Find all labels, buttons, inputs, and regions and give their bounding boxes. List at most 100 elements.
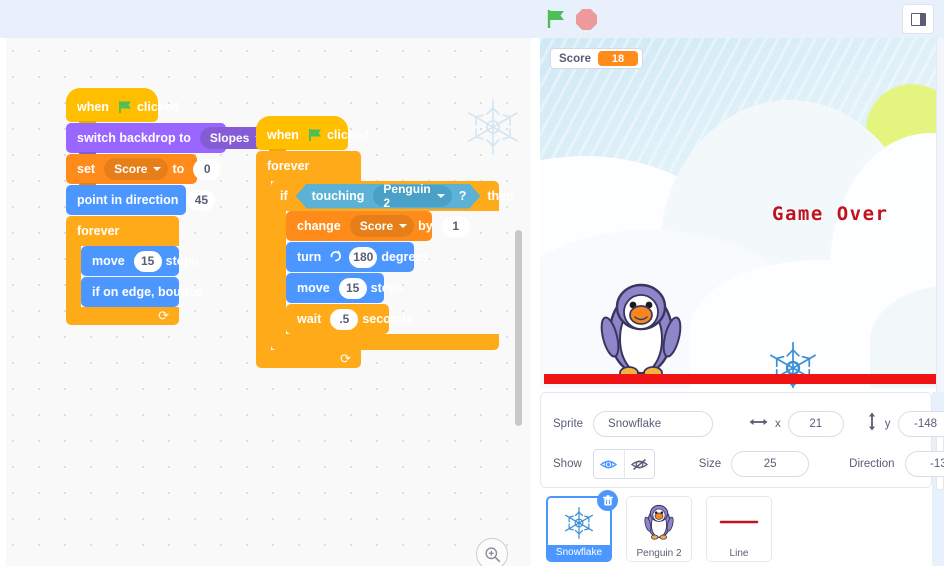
workspace-left-edge xyxy=(0,38,6,566)
sprite-card-label: Snowflake xyxy=(548,545,610,560)
move-steps-input[interactable]: 15 xyxy=(338,277,367,299)
forever-block[interactable]: forever if touching Penguin 2 ? then cha… xyxy=(256,151,514,368)
forever-block[interactable]: forever move 15 steps if on edge, bounce xyxy=(66,216,226,325)
y-label: y xyxy=(884,418,891,430)
sprite-card-label: Line xyxy=(729,548,749,559)
stage-canvas[interactable]: Score 18 Game Over xyxy=(540,38,944,388)
move-steps-input[interactable]: 15 xyxy=(133,250,162,272)
set-label: set xyxy=(77,162,96,176)
change-variable-block[interactable]: change Score by 1 xyxy=(286,211,470,241)
forever-body: move 15 steps if on edge, bounce xyxy=(66,246,226,307)
penguin-sprite[interactable] xyxy=(600,281,682,381)
show-toggle-group xyxy=(592,449,655,479)
green-flag-icon xyxy=(308,128,323,142)
sprite-info-row-2: Show Size 25 Direction -13 xyxy=(553,449,944,479)
variable-name: Score xyxy=(114,162,148,176)
if-then-block[interactable]: if touching Penguin 2 ? then change Scor… xyxy=(271,181,514,350)
turn-degrees-block[interactable]: turn 180 degrees xyxy=(286,242,429,272)
eye-slash-icon[interactable] xyxy=(623,450,654,478)
code-workspace[interactable]: when clicked switch backdrop to Slopes s… xyxy=(0,38,531,566)
top-toolbar xyxy=(0,0,944,38)
y-position-input[interactable]: -148 xyxy=(897,411,944,437)
loop-arrow-icon: ⟳ xyxy=(340,351,351,366)
backdrop-value: Slopes xyxy=(209,131,250,145)
change-label: change xyxy=(297,219,341,233)
forever-footer: ⟳ xyxy=(66,307,179,325)
clicked-label: clicked xyxy=(326,128,370,142)
sprite-card-line[interactable]: Line xyxy=(706,496,772,562)
question-mark-label: ? xyxy=(458,189,467,203)
turn-degrees-input[interactable]: 180 xyxy=(349,246,378,268)
turn-clockwise-icon xyxy=(329,249,342,265)
direction-input[interactable]: -135 xyxy=(904,451,944,477)
if-footer xyxy=(271,334,499,350)
switch-backdrop-block[interactable]: switch backdrop to Slopes xyxy=(66,123,271,156)
steps-label: steps xyxy=(165,254,199,268)
direction-input[interactable]: 45 xyxy=(187,189,216,211)
script-block-stack-1[interactable]: when clicked switch backdrop to Slopes s… xyxy=(66,88,271,325)
wait-label: wait xyxy=(297,312,322,326)
small-stage-layout-icon[interactable] xyxy=(902,4,934,34)
turn-label: turn xyxy=(297,250,322,264)
green-flag-icon[interactable] xyxy=(546,9,568,29)
sprite-name-input[interactable]: Snowflake xyxy=(593,411,714,437)
sprite-card-penguin-2[interactable]: Penguin 2 xyxy=(626,496,692,562)
when-flag-clicked-block[interactable]: when clicked xyxy=(256,116,369,153)
point-in-direction-block[interactable]: point in direction 45 xyxy=(66,185,216,215)
touching-label: touching xyxy=(311,189,365,203)
chevron-down-icon xyxy=(399,224,408,228)
wait-seconds-input[interactable]: .5 xyxy=(330,308,359,330)
set-value-input[interactable]: 0 xyxy=(193,158,222,180)
line-thumb xyxy=(719,503,759,541)
change-amount-input[interactable]: 1 xyxy=(441,215,470,237)
scratch-editor: when clicked switch backdrop to Slopes s… xyxy=(0,0,944,566)
clicked-label: clicked xyxy=(136,100,180,114)
show-label: Show xyxy=(553,458,582,470)
x-label: x xyxy=(775,418,781,430)
direction-label: Direction xyxy=(849,458,895,470)
score-monitor[interactable]: Score 18 xyxy=(550,48,643,69)
to-label: to xyxy=(172,162,185,176)
stop-sign-icon[interactable] xyxy=(576,9,597,30)
if-contents: change Score by 1 turn 180 degrees move … xyxy=(286,211,470,334)
forever-contents: move 15 steps if on edge, bounce xyxy=(81,246,202,307)
move-steps-block[interactable]: move 15 steps xyxy=(286,273,403,303)
loop-arrow-icon: ⟳ xyxy=(158,308,169,323)
workspace-scrollbar[interactable] xyxy=(515,230,522,426)
when-label: when xyxy=(77,100,109,114)
when-flag-clicked-block[interactable]: when clicked xyxy=(66,88,179,125)
layout-glyph-shape xyxy=(910,12,926,26)
monitor-label: Score xyxy=(559,52,591,65)
set-variable-block[interactable]: set Score to 0 xyxy=(66,154,222,187)
forever-label-row[interactable]: forever xyxy=(256,151,361,181)
sprite-list: Snowflake Penguin 2 Line xyxy=(540,490,932,566)
forever-label: forever xyxy=(77,224,120,238)
touching-target-value: Penguin 2 xyxy=(383,182,431,210)
monitor-value: 18 xyxy=(597,51,638,66)
touching-sensing-block[interactable]: touching Penguin 2 ? xyxy=(296,184,481,209)
move-label: move xyxy=(297,281,330,295)
touching-target-dropdown[interactable]: Penguin 2 xyxy=(373,185,451,207)
red-line-sprite[interactable] xyxy=(544,374,944,384)
if-on-edge-bounce-block[interactable]: if on edge, bounce xyxy=(81,277,202,307)
x-arrow-icon xyxy=(749,415,768,433)
script-block-stack-2[interactable]: when clicked forever if touching Penguin… xyxy=(256,116,514,368)
c-spine xyxy=(256,181,271,350)
trash-icon[interactable] xyxy=(597,490,618,511)
stop-octagon-shape xyxy=(576,9,597,30)
sprite-info-row-1: Sprite Snowflake x 21 y -148 xyxy=(553,411,944,437)
x-position-input[interactable]: 21 xyxy=(787,411,844,437)
eye-icon[interactable] xyxy=(593,450,624,478)
if-condition-row[interactable]: if touching Penguin 2 ? then xyxy=(271,181,514,211)
size-input[interactable]: 25 xyxy=(731,451,810,477)
forever-label-row[interactable]: forever xyxy=(66,216,179,246)
variable-dropdown[interactable]: Score xyxy=(349,215,415,237)
zoom-in-icon[interactable] xyxy=(476,538,508,566)
variable-dropdown[interactable]: Score xyxy=(104,158,169,180)
move-steps-block[interactable]: move 15 steps xyxy=(81,246,198,276)
if-body: change Score by 1 turn 180 degrees move … xyxy=(271,211,499,334)
by-label: by xyxy=(418,219,433,233)
sprite-card-snowflake[interactable]: Snowflake xyxy=(546,490,618,562)
c-spine xyxy=(271,211,286,334)
wait-seconds-block[interactable]: wait .5 seconds xyxy=(286,304,413,334)
